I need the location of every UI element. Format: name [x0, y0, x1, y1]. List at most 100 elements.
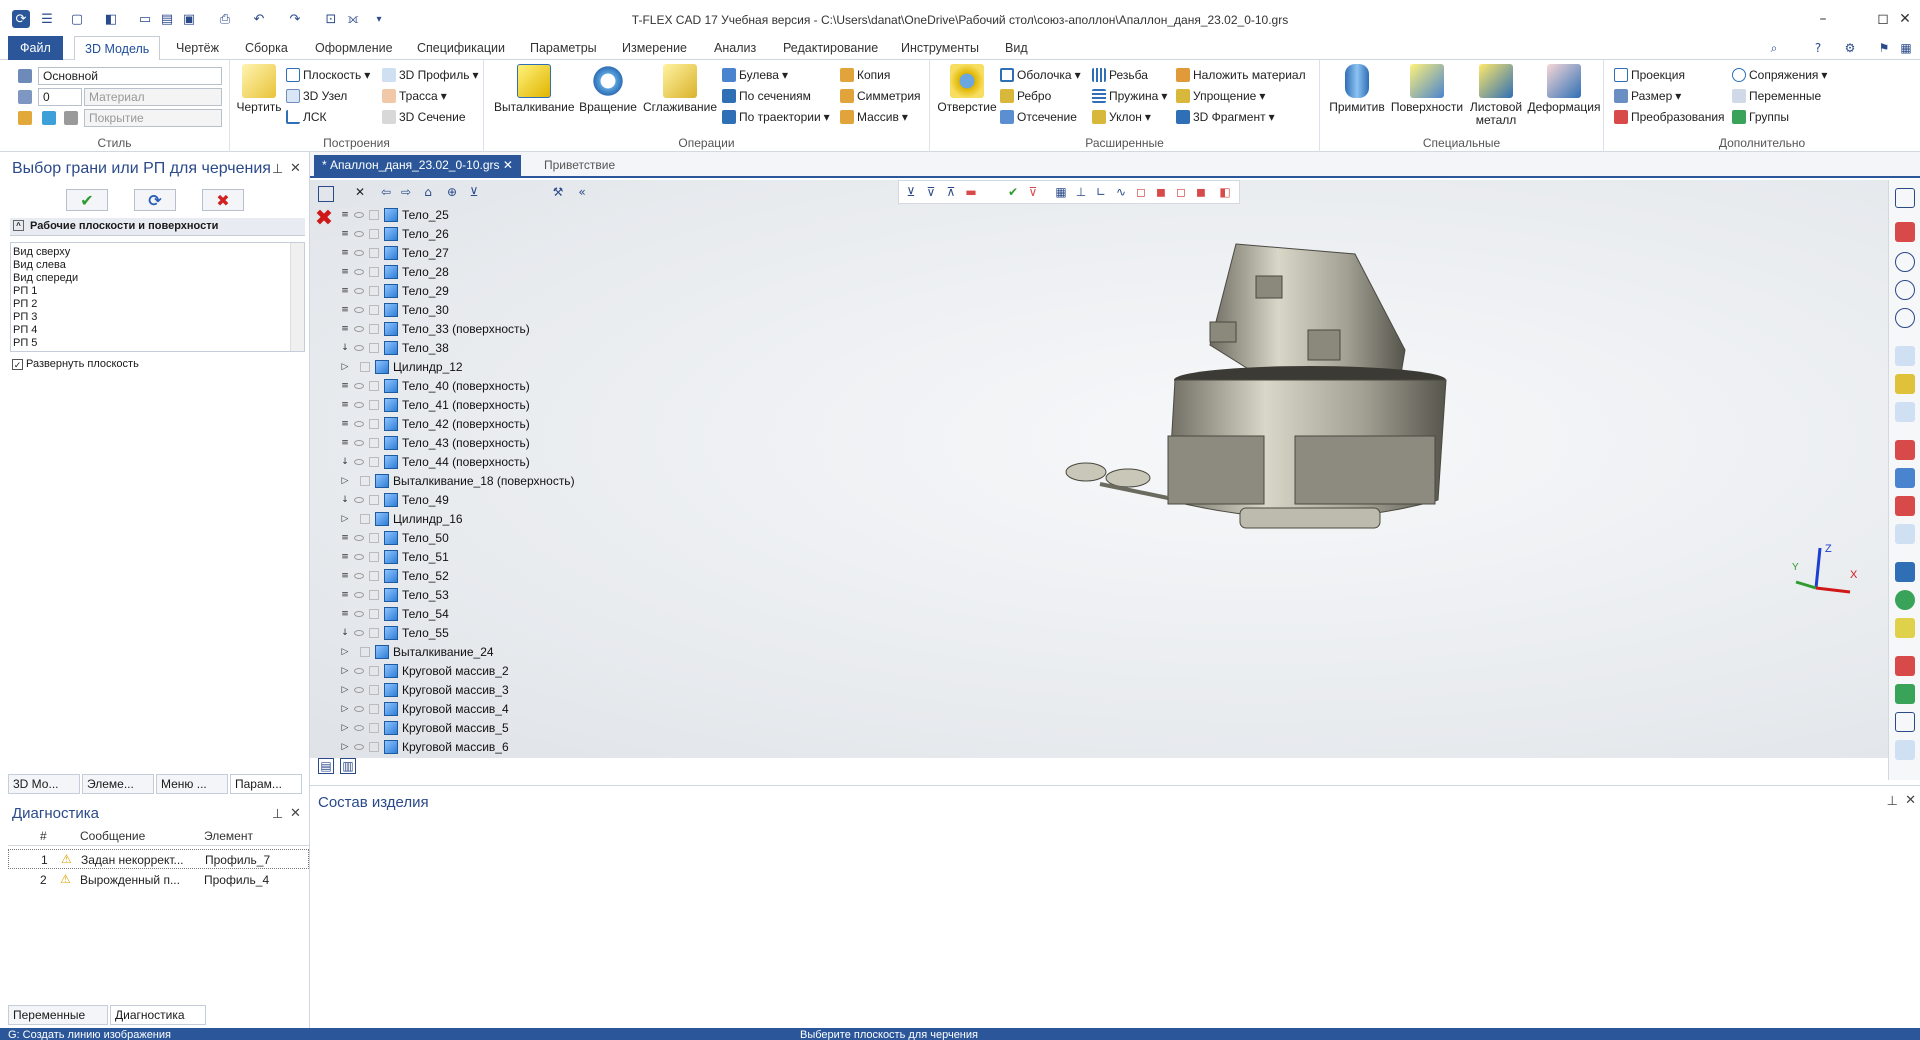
tree-item[interactable]: ≡ Тело_40 (поверхность): [340, 376, 530, 395]
tree-view-icon[interactable]: [318, 186, 334, 202]
hole-button[interactable]: Отверстие: [936, 64, 998, 114]
tree-item[interactable]: ≡ Тело_52: [340, 566, 449, 585]
material-combo[interactable]: Материал: [84, 88, 222, 106]
tree-item[interactable]: ≡ Тело_54: [340, 604, 449, 623]
tab-drawing[interactable]: Чертёж: [174, 36, 221, 60]
close-window-button[interactable]: ✕: [1890, 8, 1920, 30]
select-box-icon[interactable]: [369, 532, 379, 543]
expand-plane-checkbox[interactable]: ✓ Развернуть плоскость: [12, 358, 139, 370]
tree-item[interactable]: ▷ Выталкивание_18 (поверхность): [340, 471, 575, 490]
filter-icon[interactable]: ⊽: [923, 184, 939, 200]
select-box-icon[interactable]: [369, 684, 379, 695]
visibility-icon[interactable]: [354, 344, 364, 351]
collapse-tree-icon[interactable]: «: [574, 184, 590, 200]
tab-diagnostics[interactable]: Диагностика: [110, 1005, 206, 1025]
send-icon[interactable]: [1895, 712, 1915, 732]
cube-icon[interactable]: [1895, 562, 1915, 582]
tree-item[interactable]: ▷ Круговой массив_3: [340, 680, 509, 699]
expand-icon[interactable]: ▷: [340, 666, 350, 676]
checkbox-check-icon[interactable]: ✓: [12, 358, 23, 370]
close-panel-icon[interactable]: ✕: [290, 806, 301, 821]
tree-item[interactable]: ≡ Тело_53: [340, 585, 449, 604]
visibility-icon[interactable]: [354, 724, 364, 731]
select-box-icon[interactable]: [369, 456, 379, 467]
color-icon[interactable]: [42, 111, 56, 125]
section3d-button[interactable]: 3D Сечение: [382, 110, 466, 124]
cube-icon[interactable]: ◻: [1173, 184, 1189, 200]
expand-icon[interactable]: ▷: [340, 476, 350, 486]
select-box-icon[interactable]: [369, 285, 379, 296]
split-view-icon[interactable]: ▥: [340, 758, 356, 774]
list-item[interactable]: РП 4: [13, 324, 302, 337]
section-header[interactable]: ^ Рабочие плоскости и поверхности: [10, 218, 305, 236]
expand-icon[interactable]: ▷: [340, 723, 350, 733]
panel-icon[interactable]: [1895, 188, 1915, 208]
select-box-icon[interactable]: [369, 627, 379, 638]
expand-icon[interactable]: ↓: [340, 495, 350, 505]
select-box-icon[interactable]: [369, 418, 379, 429]
pin-icon[interactable]: ⊥: [272, 807, 283, 822]
planes-list[interactable]: Вид сверху Вид слева Вид спереди РП 1 РП…: [10, 242, 305, 352]
tree-item[interactable]: ▷ Цилиндр_16: [340, 509, 463, 528]
visibility-icon[interactable]: [354, 325, 364, 332]
node3d-button[interactable]: 3D Узел: [286, 89, 347, 103]
tree-item[interactable]: ≡ Тело_33 (поверхность): [340, 319, 530, 338]
spring-button[interactable]: Пружина ▾: [1092, 89, 1167, 103]
transform-button[interactable]: Преобразования: [1614, 110, 1725, 124]
surfaces-button[interactable]: Поверхности: [1388, 64, 1466, 114]
primitives-button[interactable]: Примитив: [1326, 64, 1388, 114]
tree-item[interactable]: ↓ Тело_44 (поверхность): [340, 452, 530, 471]
table-row[interactable]: 1 ⚠ Задан некоррект... Профиль_7: [8, 849, 309, 869]
shape-icon[interactable]: [1895, 684, 1915, 704]
tree-item[interactable]: ≡ Тело_27: [340, 243, 449, 262]
tab-variables[interactable]: Переменные: [8, 1005, 108, 1025]
paint-icon[interactable]: [18, 111, 32, 125]
select-box-icon[interactable]: [369, 665, 379, 676]
forward-icon[interactable]: ⇨: [398, 184, 414, 200]
thread-button[interactable]: Резьба: [1092, 68, 1148, 82]
tree-item[interactable]: ≡ Тело_25: [340, 205, 449, 224]
expand-icon[interactable]: ≡: [340, 609, 350, 619]
select-box-icon[interactable]: [369, 266, 379, 277]
tab-design[interactable]: Оформление: [313, 36, 395, 60]
axes-icon[interactable]: ⊥: [1073, 184, 1089, 200]
copy-button[interactable]: Копия: [840, 68, 890, 82]
customize-icon[interactable]: ▾: [370, 10, 388, 28]
collapse-icon[interactable]: ^: [13, 220, 24, 231]
select-box-icon[interactable]: [360, 475, 370, 486]
visibility-icon[interactable]: [354, 496, 364, 503]
expand-icon[interactable]: ▷: [340, 704, 350, 714]
cancel-button[interactable]: ✖: [202, 189, 244, 211]
magnet-icon[interactable]: [1895, 222, 1915, 242]
close-panel-icon[interactable]: ✕: [290, 161, 301, 176]
visibility-icon[interactable]: [354, 667, 364, 674]
tree-item[interactable]: ↓ Тело_38: [340, 338, 449, 357]
tab-measure[interactable]: Измерение: [620, 36, 689, 60]
grid-icon[interactable]: ▦: [1053, 184, 1069, 200]
select-box-icon[interactable]: [369, 304, 379, 315]
tree-item[interactable]: ▷ Цилиндр_12: [340, 357, 463, 376]
fragment3d-button[interactable]: 3D Фрагмент ▾: [1176, 110, 1275, 124]
tab-parameters[interactable]: Параметры: [528, 36, 599, 60]
cube-icon[interactable]: ◻: [1133, 184, 1149, 200]
layout-icon[interactable]: ▦: [1898, 40, 1914, 56]
sphere-icon[interactable]: [1895, 590, 1915, 610]
filter-icon[interactable]: ⊻: [903, 184, 919, 200]
layer-combo[interactable]: Основной: [38, 67, 222, 85]
select-box-icon[interactable]: [369, 589, 379, 600]
zoom-icon[interactable]: [1895, 252, 1915, 272]
visibility-icon[interactable]: [354, 249, 364, 256]
expand-icon[interactable]: ▷: [340, 514, 350, 524]
redo-icon[interactable]: ↷: [286, 10, 304, 28]
visibility-icon[interactable]: [354, 382, 364, 389]
target-icon[interactable]: ⊕: [444, 184, 460, 200]
tree-item[interactable]: ▷ Выталкивание_24: [340, 642, 494, 661]
expand-icon[interactable]: ≡: [340, 571, 350, 581]
visibility-icon[interactable]: [354, 553, 364, 560]
expand-icon[interactable]: ↓: [340, 628, 350, 638]
expand-icon[interactable]: ≡: [340, 438, 350, 448]
home-icon[interactable]: ⌂: [420, 184, 436, 200]
expand-icon[interactable]: ↓: [340, 343, 350, 353]
cube-icon[interactable]: ◼: [1193, 184, 1209, 200]
expand-icon[interactable]: ≡: [340, 229, 350, 239]
